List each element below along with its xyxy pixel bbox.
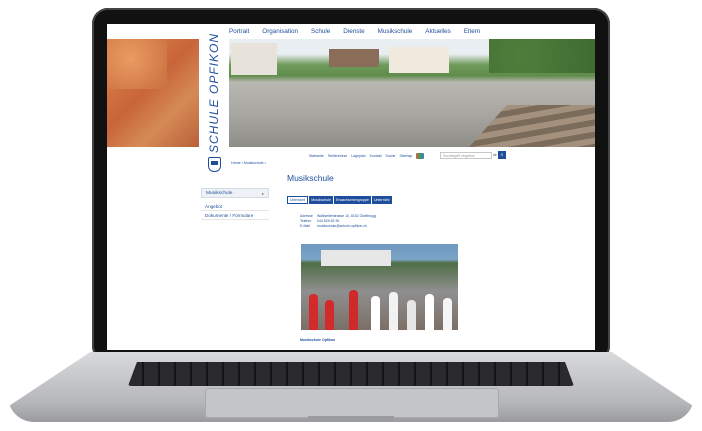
nav-musikschule[interactable]: Musikschule: [378, 26, 413, 38]
nav-eltern[interactable]: Eltern: [464, 26, 480, 38]
sidebar-item-dokumente[interactable]: Dokumente / Formulare: [201, 211, 269, 220]
search-input[interactable]: Suchbegriff eingeben: [440, 152, 492, 159]
crest-logo-icon[interactable]: [208, 157, 221, 172]
hero-image-left: [107, 39, 199, 147]
partner-logo-icon[interactable]: [416, 153, 425, 159]
laptop-screen: Portrait Organisation Schule Dienste Mus…: [107, 24, 595, 350]
site-brand[interactable]: SCHULE OPFIKON: [199, 33, 229, 153]
sidebar-item-musikschule[interactable]: Musikschule ▸: [201, 188, 269, 198]
sidebar-item-label: Musikschule: [206, 191, 233, 196]
main-nav: Portrait Organisation Schule Dienste Mus…: [229, 26, 480, 38]
chevron-icon: ▸: [261, 191, 264, 196]
tab-unterricht[interactable]: Unterricht: [371, 196, 392, 204]
search-button[interactable]: ⌕: [498, 151, 506, 159]
info-label: E-Mail: [300, 224, 310, 228]
tab-uebersicht[interactable]: Übersicht: [287, 196, 309, 204]
page-title: Musikschule: [287, 173, 334, 183]
util-link-stellenboerse[interactable]: Stellenbörse: [328, 154, 347, 158]
utility-nav: Startseite Stellenbörse Lageplan Kontakt…: [309, 152, 425, 160]
nav-aktuelles[interactable]: Aktuelles: [425, 26, 451, 38]
util-link-suche[interactable]: Suche: [386, 154, 396, 158]
content-tabs: Übersicht Musikschule Erwachsenengruppe …: [287, 196, 392, 204]
nav-schule[interactable]: Schule: [311, 26, 330, 38]
util-link-sitemap[interactable]: Sitemap: [399, 154, 412, 158]
util-link-kontakt[interactable]: Kontakt: [370, 154, 382, 158]
util-link-lageplan[interactable]: Lageplan: [351, 154, 365, 158]
laptop-keyboard: [128, 362, 574, 386]
photo-caption: Musikschule Opfikon: [300, 338, 336, 342]
laptop-notch: [308, 416, 394, 422]
nav-organisation[interactable]: Organisation: [262, 26, 298, 38]
tab-erwachsenengruppe[interactable]: Erwachsenengruppe: [333, 196, 371, 204]
laptop-trackpad: [205, 388, 499, 418]
tab-musikschule[interactable]: Musikschule: [309, 196, 333, 204]
info-row-email: E-Mail musikschule@schule-opfikon.ch: [300, 224, 376, 229]
breadcrumb[interactable]: Home • Musikschule •: [231, 161, 266, 165]
content-photo: [301, 244, 458, 330]
email-link[interactable]: musikschule@schule-opfikon.ch: [317, 224, 367, 229]
nav-dienste[interactable]: Dienste: [343, 26, 364, 38]
util-link-startseite[interactable]: Startseite: [309, 154, 324, 158]
nav-portrait[interactable]: Portrait: [229, 26, 249, 38]
contact-info: Adresse Wallisellerstrasse 10, 8152 Glat…: [300, 214, 376, 229]
hero-image: [229, 39, 595, 147]
search-icon: ⌕: [500, 152, 504, 158]
sidebar-item-angebot[interactable]: Angebot: [201, 202, 269, 211]
brand-text: SCHULE OPFIKON: [207, 32, 221, 154]
